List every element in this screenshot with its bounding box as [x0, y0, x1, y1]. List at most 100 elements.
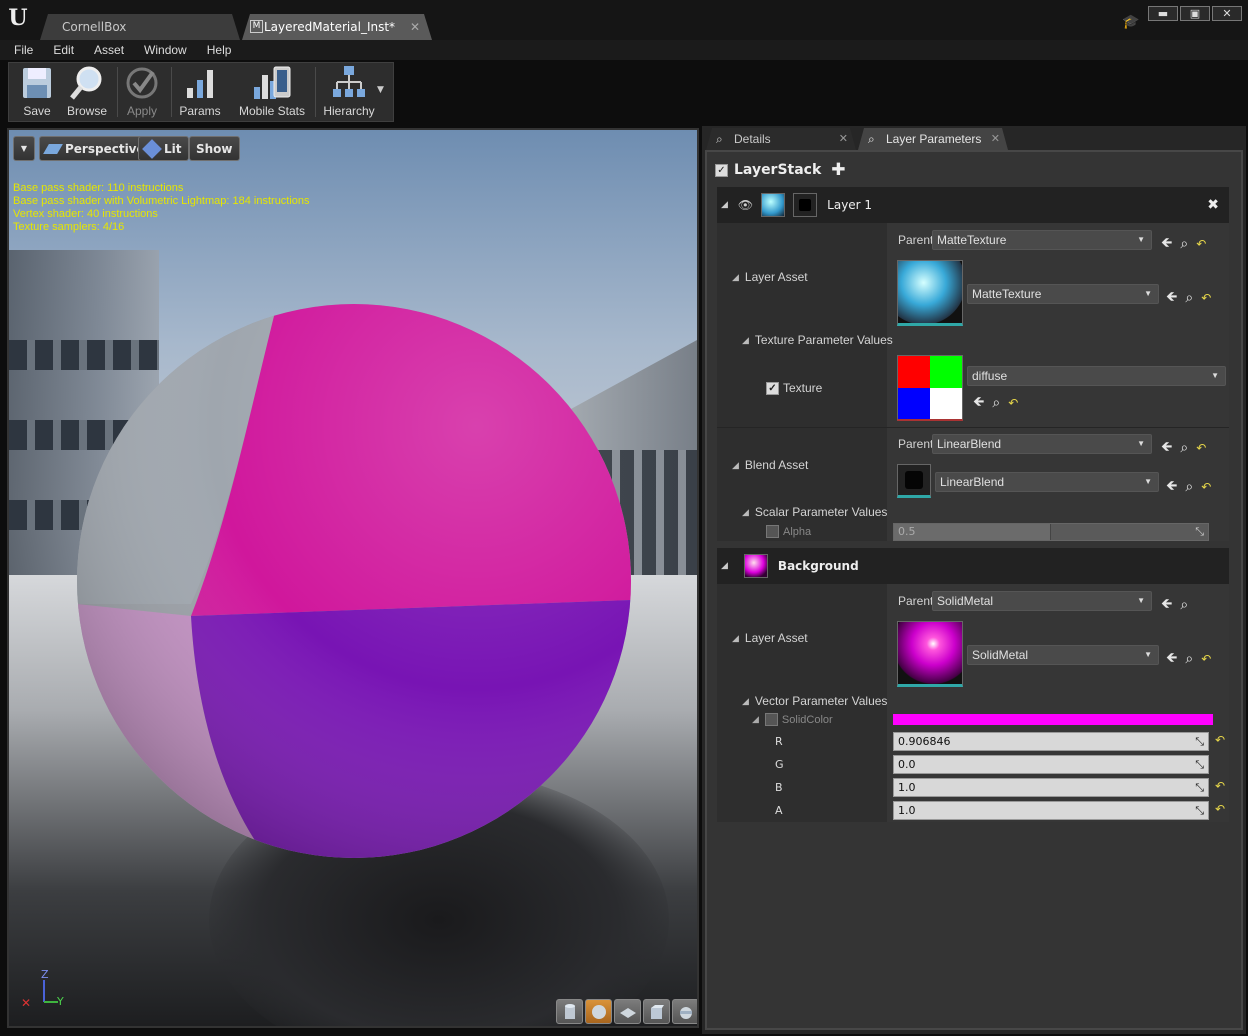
- menu-edit[interactable]: Edit: [43, 40, 84, 60]
- plane-mesh-button[interactable]: [614, 999, 641, 1024]
- texture-thumbnail[interactable]: [897, 355, 963, 421]
- alpha-slider[interactable]: 0.5 ⤡: [893, 523, 1209, 541]
- bg-parent-dropdown[interactable]: SolidMetal: [932, 591, 1152, 611]
- hierarchy-dropdown-arrow-icon[interactable]: ▼: [377, 85, 384, 95]
- expand-triangle-icon[interactable]: ◢: [742, 335, 749, 346]
- close-tab-icon[interactable]: ✕: [410, 14, 420, 40]
- tab-details[interactable]: ⌕ Details ✕: [706, 128, 856, 150]
- texture-dropdown[interactable]: diffuse: [967, 366, 1226, 386]
- browse-magnifier-icon[interactable]: ⌕: [1185, 290, 1193, 306]
- layer-asset-thumbnail[interactable]: [897, 260, 963, 326]
- use-selected-arrow-icon[interactable]: 🡸: [1166, 475, 1177, 499]
- use-selected-arrow-icon[interactable]: 🡸: [1166, 286, 1177, 310]
- reset-to-default-icon[interactable]: ↶: [1215, 733, 1225, 747]
- minimize-button[interactable]: ▬: [1148, 6, 1178, 21]
- layer-asset-dropdown[interactable]: MatteTexture: [967, 284, 1159, 304]
- menu-asset[interactable]: Asset: [84, 40, 134, 60]
- browse-magnifier-icon[interactable]: ⌕: [1185, 651, 1193, 667]
- browse-magnifier-icon[interactable]: ⌕: [1180, 236, 1188, 252]
- alpha-row: Alpha: [766, 525, 811, 538]
- b-value-field[interactable]: 1.0: [893, 778, 1209, 797]
- g-value-field[interactable]: 0.0: [893, 755, 1209, 774]
- layer-1-header[interactable]: ◢ 👁 Layer 1 ✖: [717, 187, 1229, 223]
- reset-to-default-icon[interactable]: ↶: [1201, 652, 1211, 666]
- browse-magnifier-icon[interactable]: ⌕: [1185, 479, 1193, 495]
- collapse-triangle-icon[interactable]: ◢: [721, 200, 728, 210]
- maximize-button[interactable]: ▣: [1180, 6, 1210, 21]
- solid-color-swatch[interactable]: [893, 714, 1213, 725]
- menu-file[interactable]: File: [0, 40, 43, 60]
- reset-to-default-icon[interactable]: ↶: [1201, 291, 1211, 305]
- menu-window[interactable]: Window: [134, 40, 197, 60]
- alpha-value: 0.5: [898, 525, 916, 538]
- sphere-mesh-button[interactable]: [585, 999, 612, 1024]
- reset-to-default-icon[interactable]: ↶: [1201, 480, 1211, 494]
- expand-triangle-icon[interactable]: ◢: [742, 696, 749, 707]
- tab-layer-parameters[interactable]: ⌕ Layer Parameters ✕: [858, 128, 1008, 150]
- reset-to-default-icon[interactable]: ↶: [1196, 441, 1206, 455]
- close-tab-icon[interactable]: ✕: [839, 128, 848, 150]
- vector-params-label: Vector Parameter Values: [754, 694, 888, 708]
- viewport-options-button[interactable]: ▼: [13, 136, 35, 161]
- browse-magnifier-icon[interactable]: ⌕: [1180, 440, 1188, 456]
- blend-asset-dropdown[interactable]: LinearBlend: [935, 472, 1159, 492]
- blend-asset-thumbnail[interactable]: [897, 464, 931, 498]
- use-selected-arrow-icon[interactable]: 🡸: [973, 391, 984, 415]
- background-thumbnail: [743, 554, 768, 578]
- expand-triangle-icon[interactable]: ◢: [732, 460, 739, 471]
- menu-help[interactable]: Help: [197, 40, 242, 60]
- use-selected-arrow-icon[interactable]: 🡸: [1161, 436, 1172, 460]
- expand-triangle-icon[interactable]: ◢: [732, 272, 739, 283]
- browse-magnifier-icon[interactable]: ⌕: [992, 395, 1000, 411]
- solid-color-checkbox[interactable]: [764, 713, 778, 726]
- bg-layer-asset-thumbnail[interactable]: [897, 621, 963, 687]
- expand-triangle-icon[interactable]: ◢: [732, 633, 739, 644]
- reset-to-default-icon[interactable]: ↶: [1008, 396, 1018, 410]
- add-layer-icon[interactable]: ✚: [831, 160, 845, 180]
- scalar-params-row: ◢ Scalar Parameter Values: [742, 505, 887, 519]
- axis-gizmo: ✕ Z Y: [17, 968, 67, 1010]
- close-window-button[interactable]: ✕: [1212, 6, 1242, 21]
- preview-viewport[interactable]: ▼ Perspective Lit Show Base pass shader:…: [7, 128, 699, 1028]
- expand-triangle-icon[interactable]: ◢: [752, 714, 759, 725]
- use-selected-arrow-icon[interactable]: 🡸: [1166, 647, 1177, 671]
- parent-dropdown[interactable]: MatteTexture: [932, 230, 1152, 250]
- alpha-checkbox[interactable]: [766, 525, 779, 538]
- custom-mesh-button[interactable]: [672, 999, 697, 1024]
- lit-button[interactable]: Lit: [138, 136, 189, 161]
- mobile-stats-button[interactable]: Mobile Stats: [235, 63, 309, 121]
- apply-button[interactable]: Apply: [119, 63, 165, 121]
- learn-cap-icon[interactable]: 🎓: [1122, 14, 1139, 30]
- perspective-button[interactable]: Perspective: [39, 136, 152, 161]
- layerstack-checkbox[interactable]: ✓: [715, 163, 728, 177]
- blend-parent-dropdown[interactable]: LinearBlend: [932, 434, 1152, 454]
- reset-to-default-icon[interactable]: ↶: [1196, 237, 1206, 251]
- reset-to-default-icon[interactable]: ↶: [1215, 779, 1225, 793]
- reset-to-default-icon[interactable]: ↶: [1215, 802, 1225, 816]
- expand-triangle-icon[interactable]: ◢: [742, 507, 749, 518]
- tab-layeredmaterial-inst[interactable]: M LayeredMaterial_Inst* ✕: [242, 14, 432, 40]
- tab-cornellbox[interactable]: CornellBox: [40, 14, 240, 40]
- x-axis-icon: ✕: [21, 996, 32, 1010]
- close-tab-icon[interactable]: ✕: [991, 128, 1000, 150]
- browse-magnifier-icon[interactable]: ⌕: [1180, 597, 1188, 613]
- hierarchy-button[interactable]: Hierarchy: [319, 63, 379, 121]
- save-button[interactable]: Save: [15, 63, 59, 121]
- use-selected-arrow-icon[interactable]: 🡸: [1161, 593, 1172, 617]
- remove-layer-icon[interactable]: ✖: [1207, 197, 1219, 213]
- show-button[interactable]: Show: [189, 136, 240, 161]
- vector-params-row: ◢ Vector Parameter Values: [742, 694, 887, 708]
- params-label: Params: [179, 104, 221, 118]
- browse-button[interactable]: Browse: [63, 63, 111, 121]
- r-value-field[interactable]: 0.906846: [893, 732, 1209, 751]
- params-button[interactable]: Params: [175, 63, 225, 121]
- bg-layer-asset-dropdown[interactable]: SolidMetal: [967, 645, 1159, 665]
- a-value-field[interactable]: 1.0: [893, 801, 1209, 820]
- background-layer-header[interactable]: ◢ Background: [717, 548, 1229, 584]
- cylinder-mesh-button[interactable]: [556, 999, 583, 1024]
- collapse-triangle-icon[interactable]: ◢: [721, 561, 728, 571]
- use-selected-arrow-icon[interactable]: 🡸: [1161, 232, 1172, 256]
- texture-checkbox[interactable]: ✓: [766, 381, 779, 395]
- visibility-eye-icon[interactable]: 👁: [738, 198, 753, 212]
- cube-mesh-button[interactable]: [643, 999, 670, 1024]
